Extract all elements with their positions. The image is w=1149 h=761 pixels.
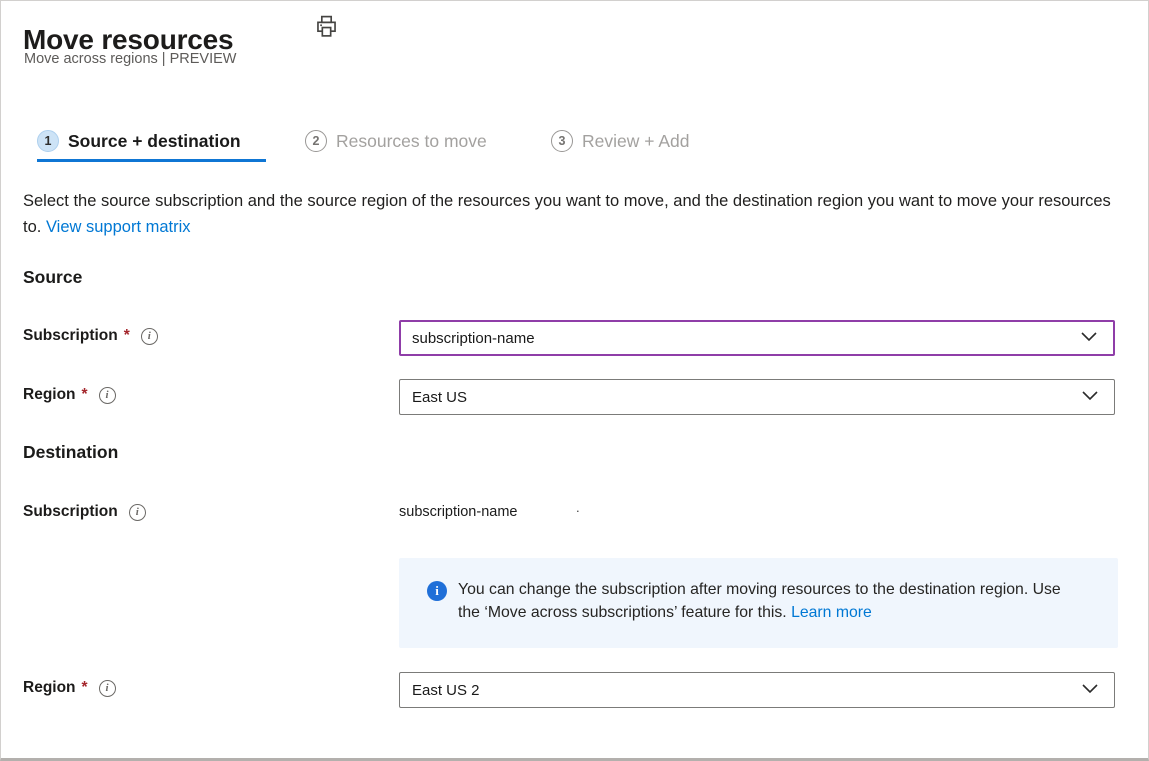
destination-region-label: Region * i [23,679,116,697]
required-marker: * [124,327,130,345]
tab-label: Source + destination [68,131,241,152]
active-tab-underline [37,159,266,162]
chevron-down-icon [1082,388,1098,406]
move-resources-page: Move resources Move across regions | PRE… [0,0,1149,761]
tab-label: Resources to move [336,131,487,152]
page-subtitle: Move across regions | PREVIEW [24,51,236,67]
info-icon[interactable]: i [141,328,158,345]
destination-section-heading: Destination [23,442,118,463]
tab-review-add[interactable]: 3 Review + Add [551,130,690,152]
learn-more-link[interactable]: Learn more [791,604,872,621]
chevron-down-icon [1082,681,1098,699]
required-marker: * [82,679,88,697]
info-banner-text: You can change the subscription after mo… [458,578,1080,624]
stray-mark: . [576,500,580,515]
destination-region-dropdown[interactable]: East US 2 [399,672,1115,708]
chevron-down-icon [1081,329,1097,347]
destination-subscription-value: subscription-name [399,504,517,520]
step-badge: 3 [551,130,573,152]
source-section-heading: Source [23,267,82,288]
tab-resources-to-move[interactable]: 2 Resources to move [305,130,487,152]
tab-label: Review + Add [582,131,690,152]
step-badge: 2 [305,130,327,152]
printer-icon [314,14,339,44]
info-filled-icon: i [427,581,447,601]
destination-subscription-label: Subscription i [23,503,146,521]
dropdown-value: East US 2 [412,682,480,699]
tab-source-destination[interactable]: 1 Source + destination [37,130,241,152]
dropdown-value: subscription-name [412,330,535,347]
info-icon[interactable]: i [99,387,116,404]
required-marker: * [82,386,88,404]
info-icon[interactable]: i [129,504,146,521]
source-region-label: Region * i [23,386,116,404]
source-region-dropdown[interactable]: East US [399,379,1115,415]
info-icon[interactable]: i [99,680,116,697]
source-subscription-dropdown[interactable]: subscription-name [399,320,1115,356]
page-description: Select the source subscription and the s… [23,188,1131,240]
view-support-matrix-link[interactable]: View support matrix [46,218,191,236]
source-subscription-label: Subscription * i [23,327,158,345]
step-badge: 1 [37,130,59,152]
dropdown-value: East US [412,389,467,406]
subscription-info-banner: i You can change the subscription after … [399,558,1118,648]
